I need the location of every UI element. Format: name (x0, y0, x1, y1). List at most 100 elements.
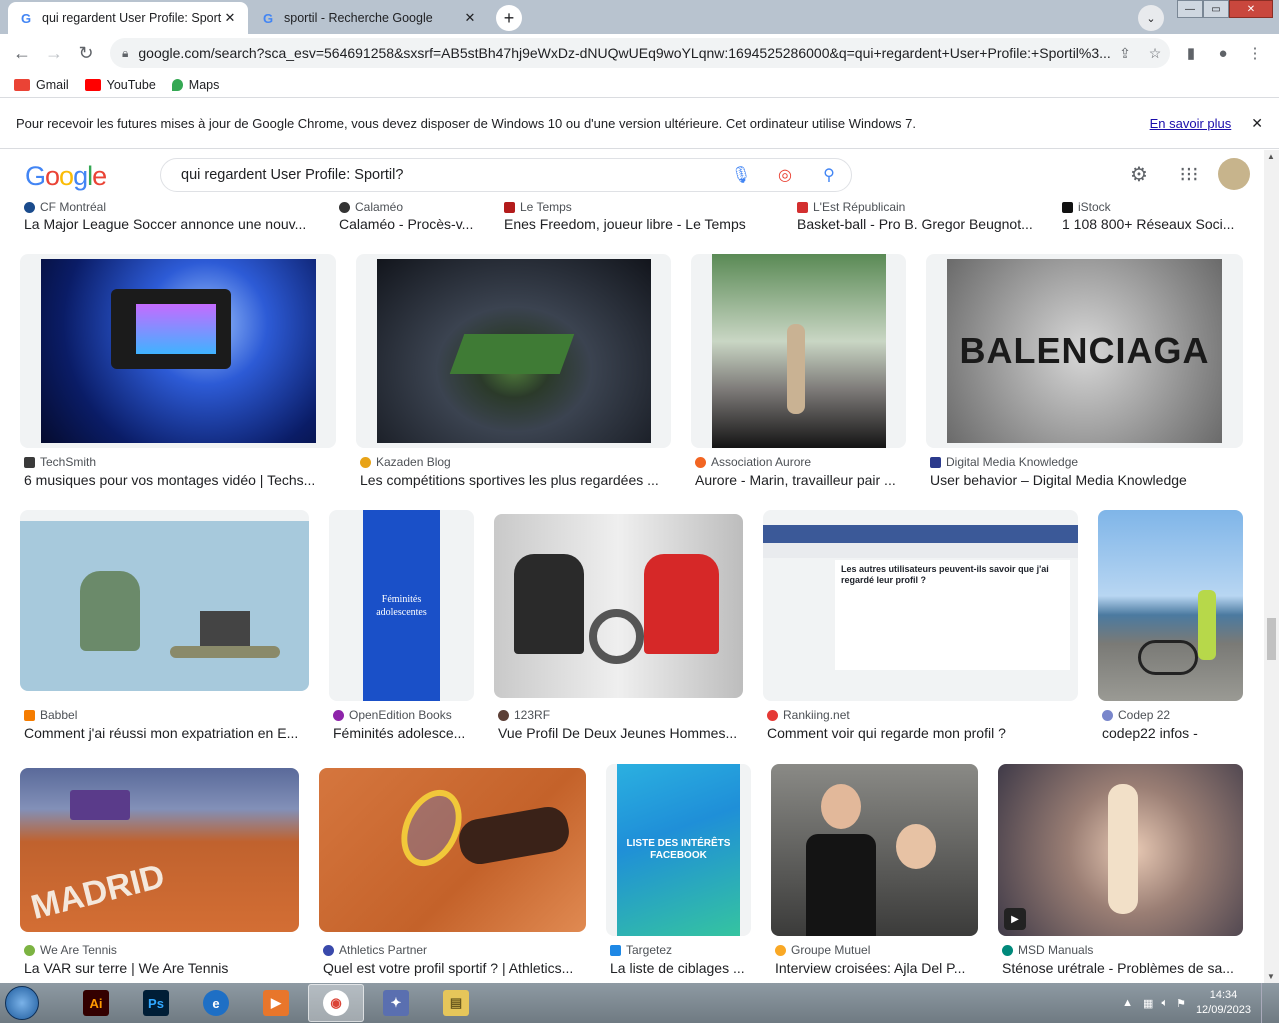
site-favicon-icon (498, 709, 509, 721)
site-favicon-icon (1002, 944, 1013, 956)
site-favicon-icon (1062, 201, 1073, 213)
site-favicon-icon (24, 944, 35, 956)
page-scrollbar[interactable]: ▲ ▼ (1264, 150, 1279, 983)
back-icon[interactable]: ← (6, 37, 38, 69)
result-thumbnail[interactable] (356, 254, 671, 448)
result-title[interactable]: Comment voir qui regarde mon profil ? (767, 725, 1072, 741)
menu-kebab-icon[interactable]: ⋮ (1239, 38, 1271, 68)
result-title[interactable]: 6 musiques pour vos montages vidéo | Tec… (24, 472, 324, 488)
search-input[interactable]: qui regardent User Profile: Sportil? (181, 167, 719, 183)
search-icon[interactable]: ⚲ (807, 165, 851, 185)
google-favicon-icon: G (20, 10, 32, 26)
tab-sportil[interactable]: G sportil - Recherche Google ✕ (250, 2, 488, 34)
chrome-icon: ◉ (323, 990, 349, 1016)
bookmark-star-icon[interactable]: ☆ (1140, 45, 1170, 62)
result-title[interactable]: Les compétitions sportives les plus rega… (360, 472, 670, 488)
result-title[interactable]: Aurore - Marin, travailleur pair ... (695, 472, 900, 488)
network-icon[interactable]: ▦ (1143, 997, 1153, 1010)
result-title[interactable]: La VAR sur terre | We Are Tennis (24, 960, 299, 976)
taskbar-chrome[interactable]: ◉ (308, 984, 364, 1022)
result-title[interactable]: codep22 infos - (1102, 725, 1242, 741)
bookmark-label: Gmail (36, 77, 69, 92)
learn-more-link[interactable]: En savoir plus (1150, 116, 1232, 131)
result-thumbnail[interactable] (20, 254, 336, 448)
taskbar-internet-explorer[interactable]: e (188, 984, 244, 1022)
result-thumbnail[interactable]: Les autres utilisateurs peuvent-ils savo… (763, 510, 1078, 701)
result-thumbnail[interactable] (771, 764, 978, 936)
microphone-icon[interactable]: 🎙︎ (719, 165, 763, 185)
scrollbar-thumb[interactable] (1267, 618, 1276, 660)
browser-toolbar: ← → ↻ 🔒︎ google.com/search?sca_esv=56469… (0, 34, 1279, 72)
result-title[interactable]: Quel est votre profil sportif ? | Athlet… (323, 960, 585, 976)
maximize-button[interactable]: ▭ (1203, 0, 1229, 18)
show-desktop-button[interactable] (1261, 983, 1273, 1023)
tab-search-dropdown-icon[interactable]: ⌄ (1138, 5, 1164, 31)
taskbar-explorer[interactable]: ▤ (428, 984, 484, 1022)
result-title[interactable]: Féminités adolesce... (333, 725, 473, 741)
apps-grid-icon[interactable]: ⁝⁝⁝ (1164, 162, 1214, 187)
settings-gear-icon[interactable]: ⚙ (1114, 162, 1164, 187)
address-bar[interactable]: 🔒︎ google.com/search?sca_esv=564691258&s… (110, 38, 1170, 68)
url-text[interactable]: google.com/search?sca_esv=564691258&sxsr… (138, 45, 1110, 61)
flag-icon[interactable]: ⚑ (1176, 997, 1186, 1010)
start-button[interactable] (0, 983, 44, 1023)
lock-icon[interactable]: 🔒︎ (122, 46, 128, 61)
result-thumbnail[interactable]: LISTE DES INTÉRÊTS FACEBOOK (606, 764, 751, 936)
reload-icon[interactable]: ↻ (70, 37, 102, 69)
search-box[interactable]: qui regardent User Profile: Sportil? 🎙︎ … (160, 158, 852, 192)
taskbar-photoshop[interactable]: Ps (128, 984, 184, 1022)
result-title[interactable]: Interview croisées: Ajla Del P... (775, 960, 975, 976)
close-tab-icon[interactable]: ✕ (462, 10, 478, 26)
result-thumbnail[interactable] (691, 254, 906, 448)
result-thumbnail[interactable] (1098, 510, 1243, 701)
clock[interactable]: 14:34 12/09/2023 (1196, 988, 1251, 1018)
taskbar-media-player[interactable]: ▶ (248, 984, 304, 1022)
avatar[interactable] (1218, 158, 1250, 190)
tray-expand-icon[interactable]: ▲ (1122, 997, 1133, 1009)
result-thumbnail[interactable]: BALENCIAGA (926, 254, 1243, 448)
result-title[interactable]: Enes Freedom, joueur libre - Le Temps (504, 216, 774, 232)
close-infobar-icon[interactable]: ✕ (1251, 115, 1263, 132)
result-title[interactable]: 1 108 800+ Réseaux Soci... (1062, 216, 1237, 232)
google-logo[interactable]: Google (25, 161, 107, 192)
result-title[interactable]: User behavior – Digital Media Knowledge (930, 472, 1235, 488)
bookmark-gmail[interactable]: Gmail (14, 78, 69, 92)
taskbar-app[interactable]: ✦ (368, 984, 424, 1022)
tab-search-results[interactable]: G qui regardent User Profile: Sporti ✕ (8, 2, 248, 34)
side-panel-icon[interactable]: ▮ (1175, 38, 1207, 68)
volume-icon[interactable]: 🔈︎ (1161, 997, 1168, 1010)
minimize-button[interactable]: — (1177, 0, 1203, 18)
forward-icon[interactable]: → (38, 37, 70, 69)
result-thumbnail[interactable]: Féminités adolescentes (329, 510, 474, 701)
taskbar-illustrator[interactable]: Ai (68, 984, 124, 1022)
windows-logo-icon (5, 986, 39, 1020)
site-favicon-icon (695, 456, 706, 468)
site-favicon-icon (610, 944, 621, 956)
result-source: Association Aurore (695, 455, 811, 469)
bookmark-youtube[interactable]: YouTube (84, 78, 156, 92)
close-tab-icon[interactable]: ✕ (222, 10, 238, 26)
result-title[interactable]: La liste de ciblages ... (610, 960, 750, 976)
bookmark-maps[interactable]: Maps (171, 78, 219, 92)
court-madrid-text: MADRID (27, 857, 169, 927)
result-thumbnail[interactable]: MADRID (20, 768, 299, 932)
result-thumbnail[interactable] (319, 768, 586, 932)
result-title[interactable]: La Major League Soccer annonce une nouv.… (24, 216, 314, 232)
result-title[interactable]: Comment j'ai réussi mon expatriation en … (24, 725, 309, 741)
scroll-up-icon[interactable]: ▲ (1267, 152, 1275, 161)
new-tab-button[interactable]: + (496, 5, 522, 31)
result-title[interactable]: Calaméo - Procès-v... (339, 216, 479, 232)
result-thumbnail[interactable] (20, 510, 309, 691)
google-header: Google qui regardent User Profile: Sport… (0, 150, 1264, 200)
result-title[interactable]: Vue Profil De Deux Jeunes Hommes... (498, 725, 743, 741)
result-thumbnail[interactable] (494, 514, 743, 698)
profile-icon[interactable]: ● (1207, 38, 1239, 68)
scroll-down-icon[interactable]: ▼ (1267, 972, 1275, 981)
lens-camera-icon[interactable]: ◎ (763, 165, 807, 185)
result-thumbnail[interactable]: ▶ (998, 764, 1243, 936)
share-icon[interactable]: ⇪ (1110, 45, 1140, 62)
result-title[interactable]: Sténose urétrale - Problèmes de sa... (1002, 960, 1240, 976)
result-title[interactable]: Basket-ball - Pro B. Gregor Beugnot... (797, 216, 1037, 232)
close-window-button[interactable]: ✕ (1229, 0, 1273, 18)
result-source: MSD Manuals (1002, 943, 1093, 957)
